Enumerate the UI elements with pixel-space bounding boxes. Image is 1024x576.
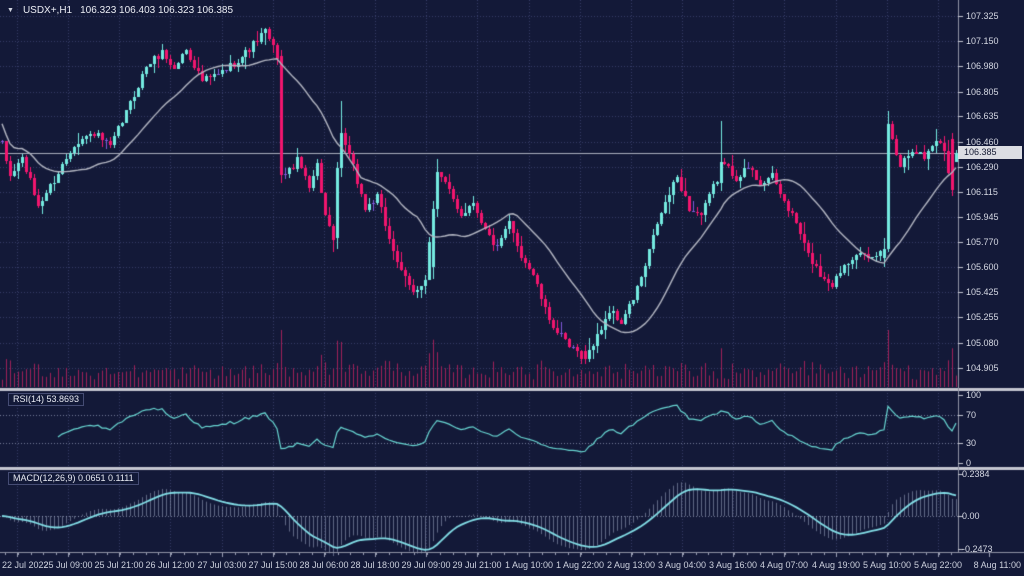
ohlc-values: 106.323 106.403 106.323 106.385	[80, 5, 233, 16]
rsi-indicator-label: RSI(14) 53.8693	[8, 393, 84, 406]
trading-chart-window: { "window": { "symbol_timeframe": "USDX+…	[0, 0, 1024, 576]
ohlc-dropdown-icon[interactable]: ▼	[7, 7, 14, 14]
current-price-badge: 106.385	[958, 146, 1022, 159]
chart-canvas[interactable]	[0, 0, 1024, 576]
macd-indicator-label: MACD(12,26,9) 0.0651 0.1111	[8, 472, 139, 485]
chart-title: ▼ USDX+,H1 106.323 106.403 106.323 106.385	[7, 5, 233, 16]
symbol-timeframe: USDX+,H1	[23, 5, 72, 16]
